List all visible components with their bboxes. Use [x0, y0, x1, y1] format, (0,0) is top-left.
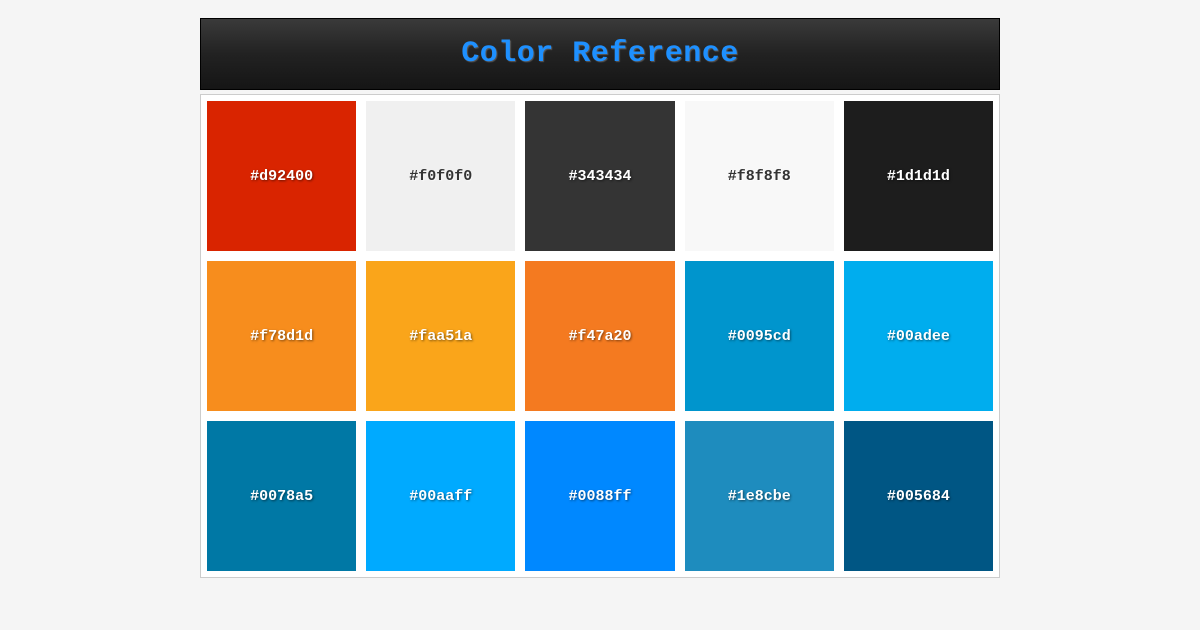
color-reference-container: Color Reference #d92400 #f0f0f0 #343434 #f8…: [200, 18, 1000, 630]
swatch-hex-label: #00aaff: [409, 488, 472, 505]
color-swatch: #005684: [844, 421, 993, 571]
swatch-hex-label: #1e8cbe: [728, 488, 791, 505]
color-swatch: #f8f8f8: [685, 101, 834, 251]
page-title: Color Reference: [201, 37, 999, 71]
color-swatch: #00aaff: [366, 421, 515, 571]
color-swatch: #0088ff: [525, 421, 674, 571]
swatch-hex-label: #f0f0f0: [409, 168, 472, 185]
color-swatch: #faa51a: [366, 261, 515, 411]
color-swatch: #0078a5: [207, 421, 356, 571]
swatch-hex-label: #f8f8f8: [728, 168, 791, 185]
color-swatch: #343434: [525, 101, 674, 251]
page-header: Color Reference: [200, 18, 1000, 90]
swatch-hex-label: #0078a5: [250, 488, 313, 505]
color-swatch: #00adee: [844, 261, 993, 411]
swatch-hex-label: #d92400: [250, 168, 313, 185]
color-swatch: #0095cd: [685, 261, 834, 411]
color-swatch: #f47a20: [525, 261, 674, 411]
swatch-hex-label: #f78d1d: [250, 328, 313, 345]
color-swatch: #1e8cbe: [685, 421, 834, 571]
color-swatch: #d92400: [207, 101, 356, 251]
swatch-hex-label: #faa51a: [409, 328, 472, 345]
color-swatch: #f78d1d: [207, 261, 356, 411]
swatch-hex-label: #343434: [568, 168, 631, 185]
swatch-grid: #d92400 #f0f0f0 #343434 #f8f8f8 #1d1d1d #f78d…: [207, 101, 993, 571]
swatch-hex-label: #005684: [887, 488, 950, 505]
swatch-hex-label: #f47a20: [568, 328, 631, 345]
color-swatch: #1d1d1d: [844, 101, 993, 251]
swatch-hex-label: #00adee: [887, 328, 950, 345]
swatch-hex-label: #1d1d1d: [887, 168, 950, 185]
color-swatch: #f0f0f0: [366, 101, 515, 251]
swatch-hex-label: #0088ff: [568, 488, 631, 505]
swatch-hex-label: #0095cd: [728, 328, 791, 345]
swatches-wrapper: #d92400 #f0f0f0 #343434 #f8f8f8 #1d1d1d #f78d…: [200, 94, 1000, 578]
